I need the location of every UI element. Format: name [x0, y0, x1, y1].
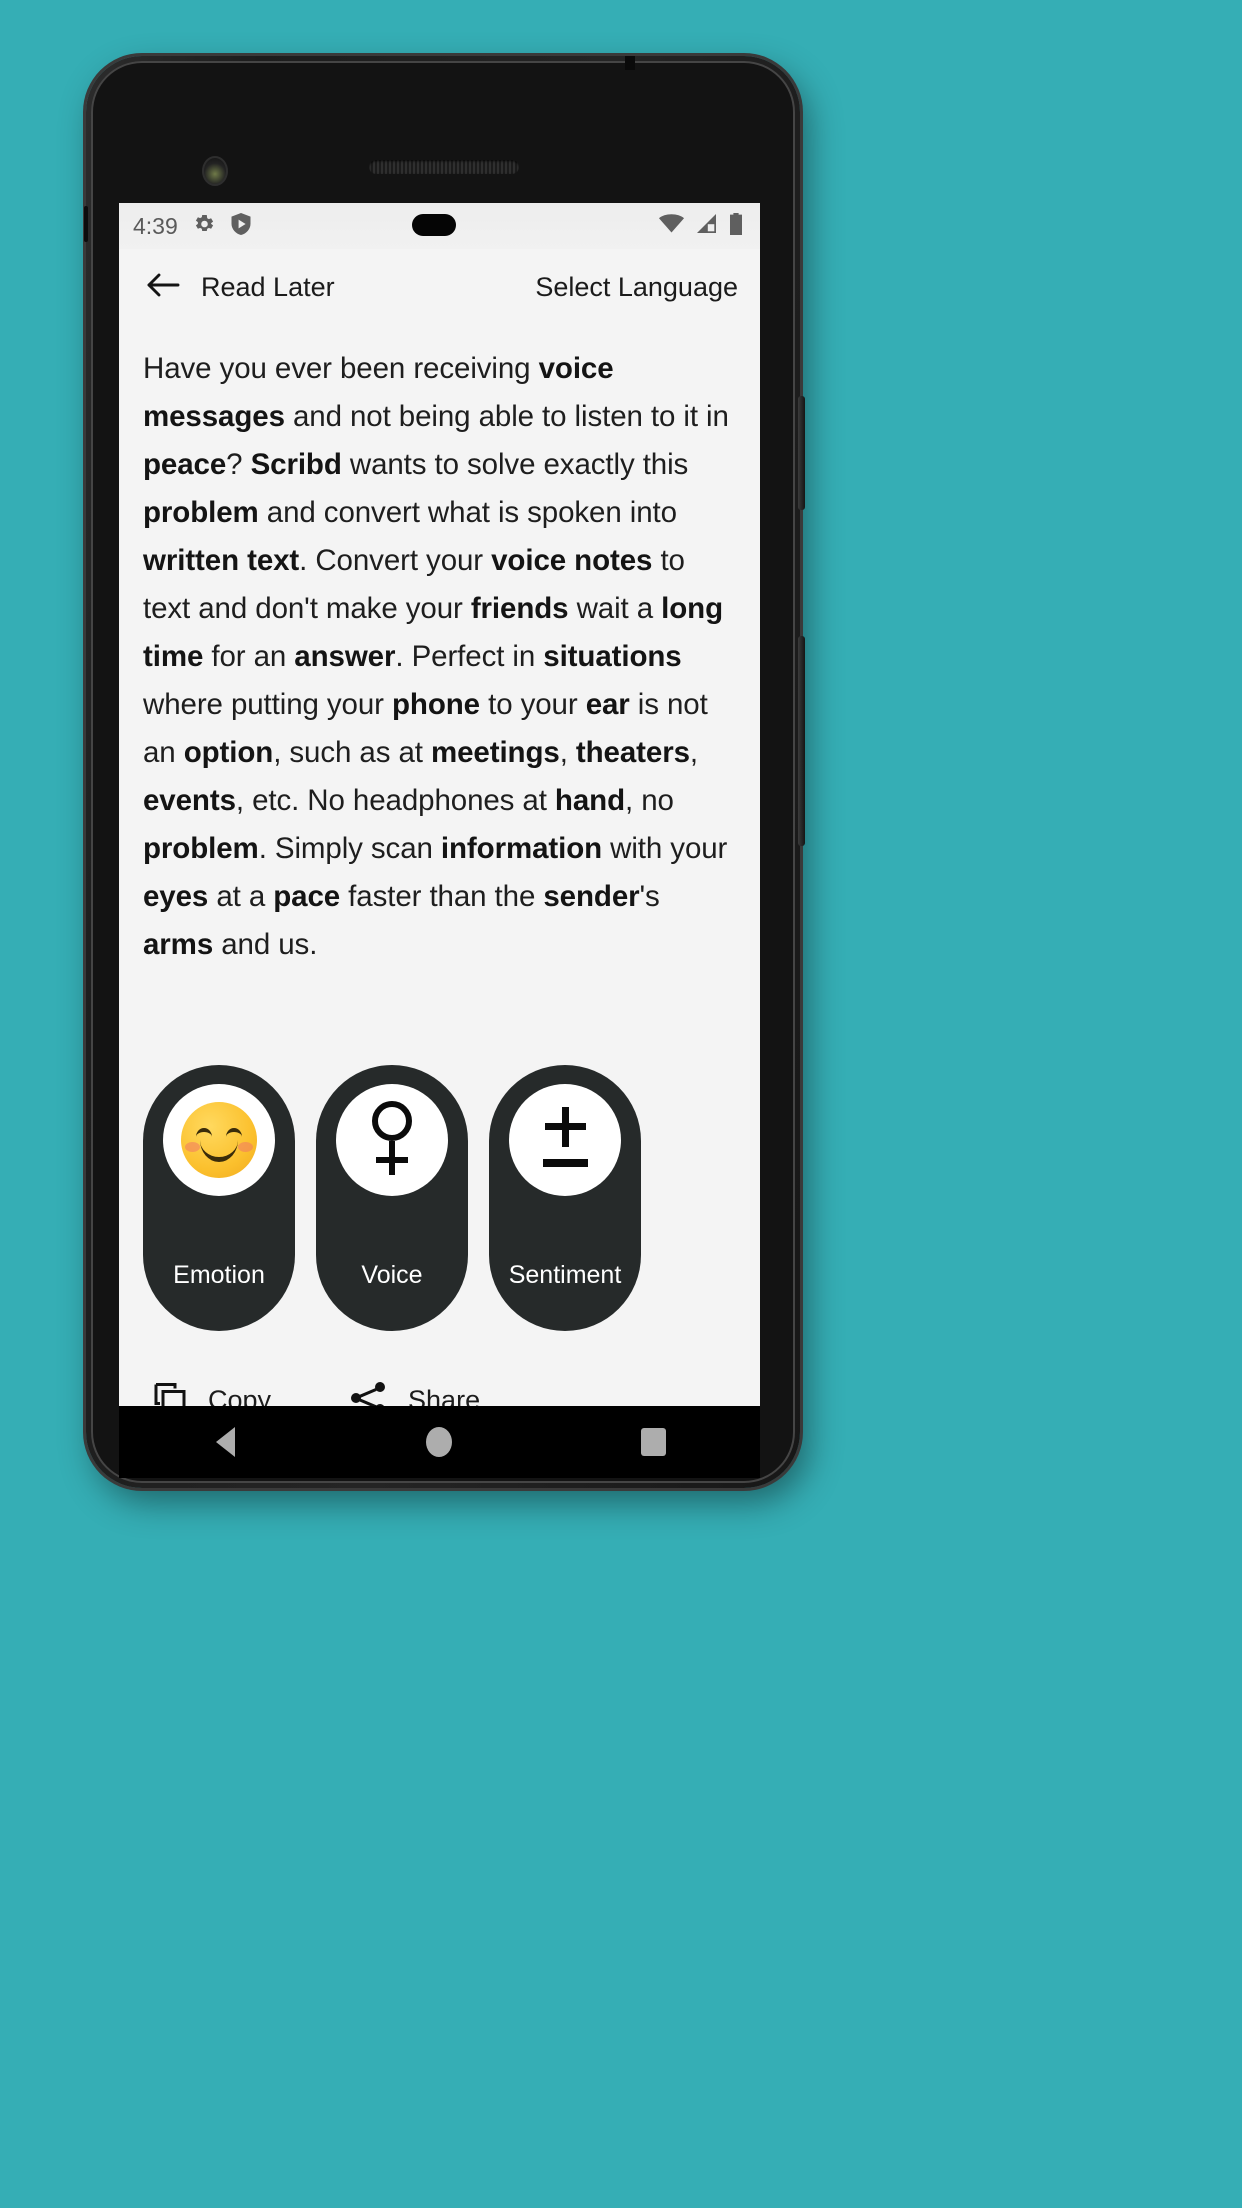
article-keyword: information — [440, 832, 603, 865]
front-camera-icon — [202, 156, 228, 186]
triangle-back-icon — [216, 1427, 236, 1457]
article-text-run: . Simply scan — [258, 832, 441, 865]
gear-icon — [192, 212, 216, 241]
cellular-signal-icon — [694, 212, 719, 241]
arrow-left-icon — [146, 271, 180, 304]
article-keyword: friends — [470, 592, 569, 625]
article-text-run: and us. — [213, 928, 318, 961]
article-text-run: for an — [203, 640, 295, 673]
article-keyword: problem — [143, 832, 259, 865]
article-keyword: written text — [143, 544, 300, 577]
volume-button[interactable] — [798, 636, 805, 846]
article-text: Have you ever been receiving voice messa… — [119, 325, 760, 969]
analysis-pill-voice[interactable]: Voice — [316, 1065, 468, 1331]
app-bar: Read Later Select Language — [119, 249, 760, 325]
article-text-run: wants to solve exactly this — [341, 448, 689, 481]
article-text-run: . Convert your — [299, 544, 492, 577]
frame-top-antenna-mark — [625, 56, 635, 70]
article-text-run: . Perfect in — [395, 640, 544, 673]
venus-female-symbol-icon — [336, 1084, 448, 1196]
frame-left-seam — [84, 206, 88, 242]
article-keyword: theaters — [575, 736, 690, 769]
article-keyword: eyes — [143, 880, 209, 913]
article-text-run: ? — [226, 448, 251, 481]
article-text-run: to your — [480, 688, 586, 721]
earpiece-speaker — [369, 160, 519, 174]
back-button[interactable] — [141, 265, 185, 309]
share-icon — [349, 1379, 389, 1406]
article-keyword: Scribd — [250, 448, 342, 481]
page-title: Read Later — [201, 271, 335, 302]
phone-screen: 4:39 Read Later Select Language Have you… — [119, 203, 760, 1406]
copy-button[interactable]: Copy — [151, 1379, 271, 1406]
share-label: Share — [408, 1385, 481, 1406]
article-keyword: answer — [294, 640, 396, 673]
square-recents-icon — [640, 1428, 666, 1456]
battery-icon — [728, 212, 744, 241]
article-keyword: arms — [143, 928, 214, 961]
status-bar-right — [658, 212, 744, 241]
status-bar-left: 4:39 — [133, 212, 252, 241]
share-button[interactable]: Share — [349, 1379, 480, 1406]
article-keyword: voice notes — [491, 544, 653, 577]
article-keyword: ear — [585, 688, 630, 721]
article-text-run: Have you ever been receiving — [143, 352, 539, 385]
article-keyword: sender — [543, 880, 640, 913]
article-text-run: , etc. No headphones at — [235, 784, 555, 817]
article-text-run: and convert what is spoken into — [258, 496, 677, 529]
copy-icon — [151, 1379, 189, 1406]
analysis-pill-emotion[interactable]: Emotion — [143, 1065, 295, 1331]
smiling-face-emoji-icon — [163, 1084, 275, 1196]
wifi-icon — [658, 212, 685, 241]
proximity-sensor — [412, 214, 456, 236]
power-button[interactable] — [798, 396, 805, 510]
article-keyword: peace — [143, 448, 227, 481]
phone-device-frame: 4:39 Read Later Select Language Have you… — [84, 56, 805, 1488]
article-text-run: , no — [625, 784, 674, 817]
article-keyword: problem — [143, 496, 259, 529]
article-keyword: hand — [554, 784, 625, 817]
article-text-run: , such as at — [273, 736, 431, 769]
article-text-run: , — [689, 736, 698, 769]
article-text-run: wait a — [568, 592, 662, 625]
article-text-run: , — [559, 736, 576, 769]
analysis-pill-label: Sentiment — [508, 1261, 622, 1289]
article-keyword: phone — [392, 688, 480, 721]
analysis-pill-label: Emotion — [173, 1261, 265, 1289]
article-text-run: and not being able to listen to it in — [284, 400, 729, 433]
circle-home-icon — [426, 1427, 453, 1457]
article-keyword: meetings — [430, 736, 560, 769]
article-keyword: pace — [273, 880, 341, 913]
copy-label: Copy — [208, 1385, 272, 1406]
select-language-button[interactable]: Select Language — [533, 266, 740, 309]
article-text-run: at a — [208, 880, 274, 913]
article-keyword: option — [183, 736, 274, 769]
article-text-run: with your — [602, 832, 728, 865]
article-keyword: events — [143, 784, 236, 817]
analysis-pill-sentiment[interactable]: Sentiment — [489, 1065, 641, 1331]
article-text-run: faster than the — [340, 880, 544, 913]
nav-recents-button[interactable] — [613, 1414, 693, 1470]
analysis-pill-row: Emotion Voice Sentiment — [119, 969, 760, 1331]
nav-back-button[interactable] — [186, 1414, 266, 1470]
article-keyword: situations — [543, 640, 682, 673]
analysis-pill-label: Voice — [361, 1261, 423, 1289]
nav-home-button[interactable] — [399, 1414, 479, 1470]
article-text-run: where putting your — [143, 688, 392, 721]
android-navigation-bar — [119, 1406, 760, 1478]
bottom-action-row: Copy Share — [119, 1331, 760, 1406]
status-clock: 4:39 — [133, 212, 178, 239]
article-text-run: 's — [639, 880, 660, 913]
shield-play-icon — [230, 212, 252, 241]
plus-minus-symbol-icon — [509, 1084, 621, 1196]
